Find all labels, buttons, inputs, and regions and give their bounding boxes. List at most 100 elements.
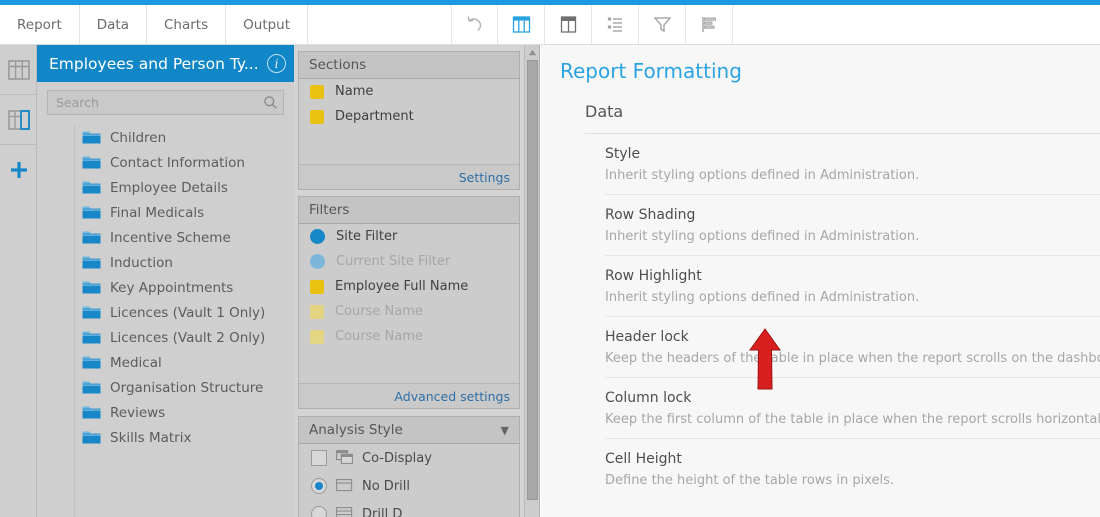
tree-item[interactable]: Reviews <box>75 400 294 425</box>
column-view-icon <box>7 109 30 130</box>
checkbox-icon[interactable] <box>311 450 327 466</box>
add-icon <box>10 162 27 178</box>
settings-row[interactable]: Row Shading Inherit styling options defin… <box>541 195 1100 255</box>
scrollbar-thumb[interactable] <box>527 60 538 500</box>
info-icon[interactable]: i <box>267 54 286 73</box>
folder-icon <box>82 431 101 444</box>
settings-row-description: Inherit styling options defined in Admin… <box>605 168 920 183</box>
analysis-style-option[interactable]: No Drill <box>299 472 519 500</box>
rail-add-button[interactable] <box>0 145 37 195</box>
tab-report-label: Report <box>17 16 62 33</box>
folder-icon <box>82 206 101 219</box>
folder-icon <box>82 156 101 169</box>
rail-column-view-button[interactable] <box>0 95 37 145</box>
filters-list[interactable]: Site Filter Current Site Filter Employee F… <box>299 224 519 384</box>
analysis-style-card-title[interactable]: Analysis Style ▼ <box>299 417 519 444</box>
analysis-style-option[interactable]: Co-Display <box>299 444 519 472</box>
tree-item[interactable]: Skills Matrix <box>75 425 294 450</box>
tab-output[interactable]: Output <box>226 5 309 44</box>
tree-item-list[interactable]: Children Contact Information Employee Deta… <box>74 125 294 517</box>
left-icon-rail <box>0 45 37 517</box>
tree-item-label: Licences (Vault 1 Only) <box>110 304 266 321</box>
tab-data[interactable]: Data <box>80 5 147 44</box>
folder-icon <box>82 131 101 144</box>
drill-down-icon <box>336 506 353 517</box>
middle-panel-scrollbar[interactable] <box>524 45 539 517</box>
section-item[interactable]: Department <box>299 104 519 129</box>
top-toolbar: Report Data Charts Output <box>0 5 1100 45</box>
tab-report[interactable]: Report <box>0 5 80 44</box>
tree-item[interactable]: Induction <box>75 250 294 275</box>
chevron-down-icon[interactable]: ▼ <box>501 424 509 437</box>
list-view-button[interactable] <box>592 5 640 44</box>
filter-item[interactable]: Site Filter <box>299 224 519 249</box>
folder-icon <box>82 356 101 369</box>
arrow-up-icon <box>749 328 781 390</box>
list-icon <box>607 17 622 32</box>
tree-item[interactable]: Incentive Scheme <box>75 225 294 250</box>
tab-charts-label: Charts <box>164 16 209 33</box>
radio-icon[interactable] <box>311 478 327 494</box>
tree-item[interactable]: Organisation Structure <box>75 375 294 400</box>
tree-item[interactable]: Final Medicals <box>75 200 294 225</box>
rail-grid-view-button[interactable] <box>0 45 37 95</box>
search-input[interactable] <box>48 95 257 110</box>
settings-row-name: Row Highlight <box>605 268 702 284</box>
filters-card-footer: Advanced settings <box>299 384 519 408</box>
tree-item[interactable]: Licences (Vault 1 Only) <box>75 300 294 325</box>
settings-row[interactable]: Style Inherit styling options defined in … <box>541 134 1100 194</box>
action-toolbar <box>451 5 734 44</box>
sections-list[interactable]: Name Department <box>299 79 519 165</box>
settings-row[interactable]: Header lock Keep the headers of the table… <box>541 317 1100 377</box>
section-item[interactable]: Name <box>299 79 519 104</box>
option-glyph-icon <box>336 505 353 517</box>
settings-row-name: Header lock <box>605 329 689 345</box>
circle-marker-icon <box>310 229 325 244</box>
analysis-style-card: Analysis Style ▼ Co-Display No Drill Drill… <box>298 416 520 517</box>
chart-button[interactable] <box>686 5 734 44</box>
settings-row[interactable]: Cell Height Define the height of the tabl… <box>541 439 1100 499</box>
report-formatting-panel: Report Formatting Data Style Inherit styl… <box>541 45 1100 517</box>
filters-advanced-settings-link[interactable]: Advanced settings <box>394 389 510 404</box>
search-box[interactable] <box>47 90 284 115</box>
filter-item-label: Course Name <box>335 329 423 344</box>
tree-item-label: Medical <box>110 354 162 371</box>
scroll-up-button[interactable] <box>525 45 540 59</box>
filter-item-label: Current Site Filter <box>336 254 451 269</box>
settings-row-name: Cell Height <box>605 451 682 467</box>
grid-view-icon <box>7 59 30 80</box>
filter-button[interactable] <box>639 5 687 44</box>
tree-item[interactable]: Medical <box>75 350 294 375</box>
settings-row-description: Define the height of the table rows in p… <box>605 473 894 488</box>
tree-item[interactable]: Key Appointments <box>75 275 294 300</box>
filter-item[interactable]: Employee Full Name <box>299 274 519 299</box>
tree-item[interactable]: Contact Information <box>75 150 294 175</box>
sections-settings-link[interactable]: Settings <box>459 170 510 185</box>
filter-item-label: Site Filter <box>336 229 398 244</box>
tree-item[interactable]: Children <box>75 125 294 150</box>
tree-item[interactable]: Employee Details <box>75 175 294 200</box>
folder-icon <box>82 331 101 344</box>
square-marker-icon <box>310 304 324 319</box>
column-view-button[interactable] <box>545 5 593 44</box>
filter-item: Current Site Filter <box>299 249 519 274</box>
table-view-button[interactable] <box>498 5 546 44</box>
filter-icon <box>653 17 671 33</box>
tree-item[interactable]: Licences (Vault 2 Only) <box>75 325 294 350</box>
radio-icon[interactable] <box>311 506 327 517</box>
settings-row[interactable]: Row Highlight Inherit styling options def… <box>541 256 1100 316</box>
undo-button[interactable] <box>451 5 499 44</box>
folder-icon <box>82 406 101 419</box>
settings-row[interactable]: Column lock Keep the first column of the … <box>541 378 1100 438</box>
undo-icon <box>467 16 482 31</box>
tab-charts[interactable]: Charts <box>147 5 227 44</box>
analysis-style-options[interactable]: Co-Display No Drill Drill D <box>299 444 519 517</box>
column-icon <box>560 16 576 33</box>
search-button[interactable] <box>257 95 283 110</box>
analysis-style-option[interactable]: Drill D <box>299 500 519 517</box>
no-drill-icon <box>336 478 353 491</box>
app-root: Report Data Charts Output Employees and … <box>0 0 1100 517</box>
folder-icon <box>82 381 101 394</box>
tree-panel-header: Employees and Person Ty... i <box>37 45 294 82</box>
search-icon <box>263 96 277 109</box>
